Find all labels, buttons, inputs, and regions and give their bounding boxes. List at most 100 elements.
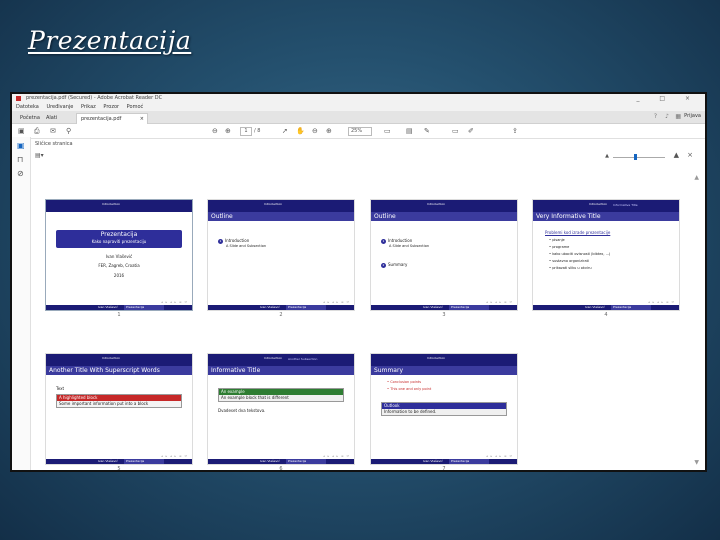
header-section: Introduction [426,202,446,206]
zoom-small-icon[interactable]: ▲ [605,153,609,159]
bell-icon[interactable]: ♪ [665,113,669,120]
comment-icon[interactable]: ✎ [424,127,430,135]
select-cursor-icon[interactable]: ➚ [282,127,288,135]
beamer-header: Introduction Another Subsection [208,354,354,366]
fit-page-icon[interactable]: ▭ [384,127,391,135]
thumbnail-options-icon[interactable]: ▤▾ [35,152,44,159]
print-icon[interactable]: ⎙ [34,127,40,136]
menu-file[interactable]: Datoteka [16,104,39,110]
scroll-mode-icon[interactable]: ▤ [406,127,413,135]
attachment-icon[interactable]: ⊘ [17,169,24,178]
list-item-text: pisanje [552,238,565,242]
pen-icon[interactable]: ✐ [468,127,474,135]
page-number-input[interactable]: 1 [240,127,252,136]
zoom-large-icon[interactable]: ▲ [674,151,679,159]
thumbnails-panel-icon[interactable]: ▣ [17,141,25,150]
page-count: / 8 [254,128,261,134]
save-icon[interactable]: ▣ [18,127,25,135]
frame-title: Another Title With Superscript Words [46,366,192,375]
acrobat-app-icon [16,96,21,101]
close-panel-icon[interactable]: × [687,151,693,159]
header-section: Introduction [101,202,121,206]
frame-title: Very Informative Title [533,212,679,221]
header-section: Introduction [263,202,283,206]
page-thumbnail-5[interactable]: Introduction Another Title With Superscr… [46,354,192,464]
menu-bar: Datoteka Uređivanje Prikaz Prozor Pomoć [12,103,705,111]
tab-document-label: prezentacija.pdf [81,116,122,122]
beamer-header: Introduction [46,200,192,212]
zoom-select[interactable]: 25% [348,127,372,136]
help-icon[interactable]: ? [654,113,657,120]
header-subsection: Another Subsection [288,357,318,361]
page-thumbnail-1[interactable]: Introduction Prezentacija Kako napraviti… [46,200,192,310]
acrobat-window: prezentacija.pdf (Secured) - Adobe Acrob… [10,92,707,472]
zoom-out-icon[interactable]: ⊖ [312,127,318,135]
page-number-label: 5 [117,466,121,472]
beamer-nav-icons: ◂ ▸ ◂ ▸ ≡ ↺ [161,454,188,458]
window-controls[interactable]: _ □ × [636,94,699,103]
share-icon[interactable]: ⇪ [512,127,518,135]
thumbnail-view-bar: ▤▾ ▲ ▲ × [31,151,705,163]
prev-page-icon[interactable]: ⊖ [212,127,218,135]
footer-author: Ivan Vlašević [423,459,443,463]
outline-item: 2 Summary [381,262,407,268]
email-icon[interactable]: ✉ [50,127,56,135]
thumbnail-size-slider[interactable] [613,157,665,158]
menu-help[interactable]: Pomoć [127,104,144,110]
scroll-down-icon[interactable]: ▼ [694,459,699,466]
alert-block: A highlighted block Some important infor… [56,394,182,408]
page-thumbnail-7[interactable]: Introduction Summary • Conclusion points… [371,354,517,464]
page-number-label: 3 [442,312,446,318]
bookmark-icon[interactable]: ⊓ [17,155,23,164]
header-section: Introduction [263,356,283,360]
page-number-label: 2 [279,312,283,318]
page-thumbnail-3[interactable]: Introduction Outline 1 Introduction A Sli… [371,200,517,310]
header-subsection: Informative Title [613,203,638,207]
grid-icon[interactable]: ▦ [675,113,681,120]
block-body: Information to be defined. [382,409,506,415]
list-item: • prikazati sliku u okviru [549,266,592,270]
note-icon[interactable]: ▭ [452,127,459,135]
scroll-up-icon[interactable]: ▲ [694,174,699,181]
tab-tools[interactable]: Alati [42,113,61,123]
beamer-footer: Ivan Vlašević Prezentacija [208,459,354,464]
panel-title: Sličice stranica [35,141,73,147]
zoom-in-icon[interactable]: ⊕ [326,127,332,135]
footer-author: Ivan Vlašević [98,459,118,463]
beamer-header: Introduction Informative Title [533,200,679,212]
beamer-header: Introduction [46,354,192,366]
close-tab-icon[interactable]: × [140,114,144,124]
content-heading: Problemi kod izrade prezentacije [545,230,611,235]
title-box: Prezentacija Kako napraviti prezentaciju [56,230,182,248]
beamer-footer: Ivan Vlašević Prezentacija [46,459,192,464]
header-section: Introduction [426,356,446,360]
author: Ivan Vlašević [105,254,133,259]
list-item: • sustavno organizirati [549,259,589,263]
list-item-text: Conclusion points [390,380,422,384]
block-body: Some important information put into a bl… [57,401,181,407]
beamer-header: Introduction [371,200,517,212]
page-thumbnail-6[interactable]: Introduction Another Subsection Informati… [208,354,354,464]
next-page-icon[interactable]: ⊕ [225,127,231,135]
tab-document[interactable]: prezentacija.pdf × [76,113,148,124]
search-icon[interactable]: ⚲ [66,127,71,135]
login-link[interactable]: Prijava [684,113,701,119]
page-thumbnail-4[interactable]: Introduction Informative Title Very Infor… [533,200,679,310]
menu-window[interactable]: Prozor [103,104,119,110]
list-item: • This one and only point [387,387,432,391]
panel-header: Sličice stranica [31,137,705,151]
page-number-label: 4 [604,312,608,318]
beamer-footer: Ivan Vlašević Prezentacija [208,305,354,310]
menu-edit[interactable]: Uređivanje [46,104,73,110]
left-rail: ▣ ⊓ ⊘ [12,137,31,470]
tab-home[interactable]: Početna [16,113,44,123]
footer-title: Prezentacija [124,305,165,310]
item-number: 2 [381,263,386,268]
hand-icon[interactable]: ✋ [296,127,305,135]
slider-handle[interactable] [634,154,637,160]
page-thumbnail-2[interactable]: Introduction Outline 1 Introduction A Sli… [208,200,354,310]
item-number: 1 [218,239,223,244]
menu-view[interactable]: Prikaz [81,104,96,110]
footer-title: Prezentacija [286,459,327,464]
item-number: 1 [381,239,386,244]
